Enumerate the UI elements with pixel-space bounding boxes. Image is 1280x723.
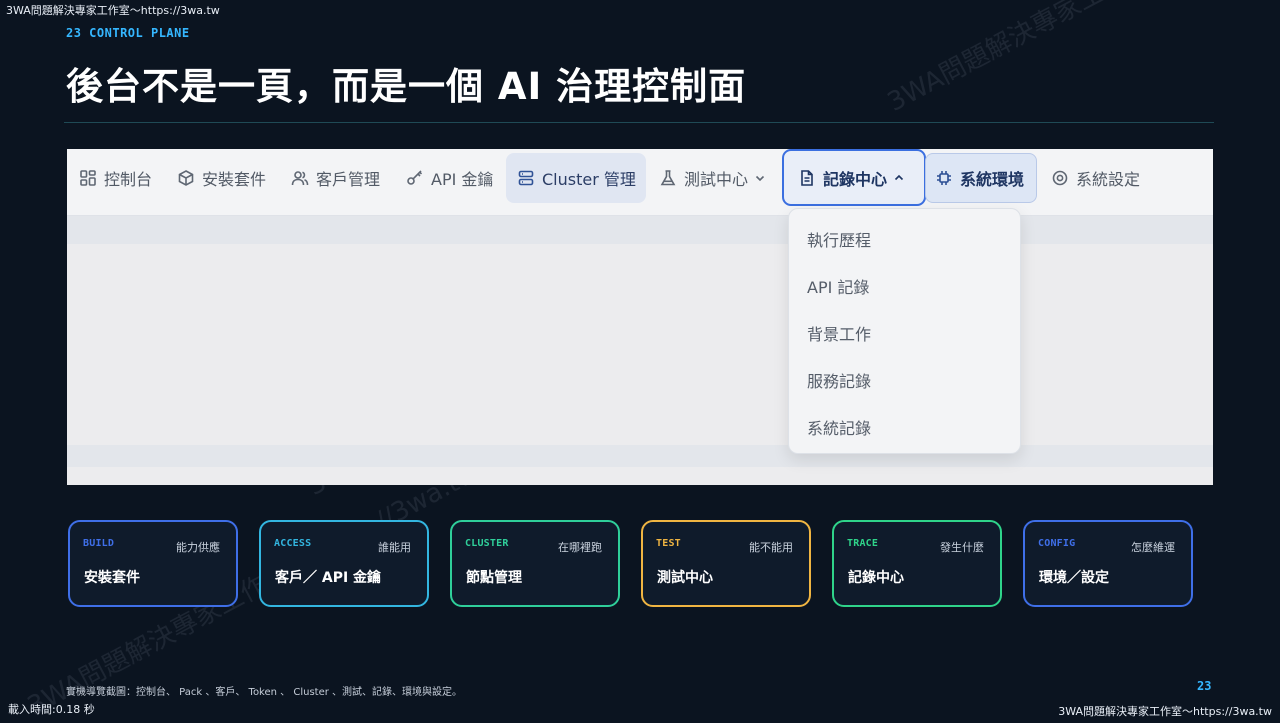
card-test: TEST 能不能用 測試中心 xyxy=(641,520,811,607)
key-icon xyxy=(406,169,424,187)
card-hint: 能不能用 xyxy=(749,541,793,554)
card-name: 測試中心 xyxy=(657,570,713,586)
dropdown-item-system-log[interactable]: 系統記錄 xyxy=(807,415,871,439)
nav-item-label: 控制台 xyxy=(104,170,153,189)
admin-screenshot: 控制台 安裝套件 客戶管理 API 金鑰 Cluster 管理 測試中心 記錄中… xyxy=(67,149,1213,485)
load-time-text: 載入時間:0.18 秒 xyxy=(8,703,95,716)
grid-dots xyxy=(67,222,1213,224)
nav-item-label: 系統環境 xyxy=(960,170,1025,189)
dashboard-icon xyxy=(79,169,97,187)
cube-icon xyxy=(177,169,195,187)
nav-item-label: 安裝套件 xyxy=(202,170,267,189)
nav-item-api-keys[interactable]: API 金鑰 xyxy=(406,153,493,203)
card-hint: 怎麼維運 xyxy=(1131,541,1175,554)
card-hint: 能力供應 xyxy=(176,541,220,554)
card-tag: CONFIG xyxy=(1038,538,1076,549)
dropdown-item-api-log[interactable]: API 記錄 xyxy=(807,274,869,298)
nav-item-log-center[interactable]: 記錄中心 xyxy=(782,149,926,206)
nav-item-label: 系統設定 xyxy=(1076,170,1141,189)
card-build: BUILD 能力供應 安裝套件 xyxy=(68,520,238,607)
card-trace: TRACE 發生什麼 記錄中心 xyxy=(832,520,1002,607)
nav-item-packages[interactable]: 安裝套件 xyxy=(177,153,266,203)
nav-item-system-env[interactable]: 系統環境 xyxy=(925,153,1037,203)
chevron-up-icon xyxy=(893,172,905,184)
server-icon xyxy=(517,169,535,187)
card-name: 環境／設定 xyxy=(1039,570,1109,586)
card-hint: 發生什麼 xyxy=(940,541,984,554)
dropdown-item-service-log[interactable]: 服務記錄 xyxy=(807,368,871,392)
card-access: ACCESS 誰能用 客戶／ API 金鑰 xyxy=(259,520,429,607)
card-tag: TEST xyxy=(656,538,681,549)
page-title: 後台不是一頁，而是一個 AI 治理控制面 xyxy=(66,65,747,108)
flask-icon xyxy=(659,169,677,187)
card-name: 記錄中心 xyxy=(848,570,904,586)
watermark: 3WA問題解決專家工作室～https://3wa.tw xyxy=(880,0,1280,119)
nav-item-label: API 金鑰 xyxy=(431,170,494,189)
users-icon xyxy=(291,169,309,187)
nav-item-dashboard[interactable]: 控制台 xyxy=(79,153,152,203)
top-left-banner: 3WA問題解決專家工作室～https://3wa.tw xyxy=(6,4,220,17)
card-name: 安裝套件 xyxy=(84,570,140,586)
card-name: 節點管理 xyxy=(466,570,522,586)
dropdown-item-background-jobs[interactable]: 背景工作 xyxy=(807,321,871,345)
admin-top-nav: 控制台 安裝套件 客戶管理 API 金鑰 Cluster 管理 測試中心 記錄中… xyxy=(67,149,1213,216)
card-tag: ACCESS xyxy=(274,538,312,549)
footer-note: 實機導覽截圖：控制台、 Pack 、客戶、 Token 、 Cluster 、測… xyxy=(66,687,463,698)
content-band xyxy=(67,216,1213,244)
chip-icon xyxy=(935,169,953,187)
card-config: CONFIG 怎麼維運 環境／設定 xyxy=(1023,520,1193,607)
content-band xyxy=(67,445,1213,467)
card-tag: BUILD xyxy=(83,538,115,549)
nav-item-label: 記錄中心 xyxy=(823,169,888,189)
title-divider xyxy=(64,122,1214,123)
chevron-down-icon xyxy=(754,172,766,184)
grid-dots xyxy=(67,452,1213,454)
card-tag: CLUSTER xyxy=(465,538,509,549)
card-name: 客戶／ API 金鑰 xyxy=(275,570,382,586)
document-icon xyxy=(798,169,816,187)
card-tag: TRACE xyxy=(847,538,879,549)
page-number: 23 xyxy=(1197,679,1212,693)
gear-icon xyxy=(1051,169,1069,187)
nav-item-label: 測試中心 xyxy=(684,170,749,189)
section-eyebrow: 23 CONTROL PLANE xyxy=(66,26,190,40)
nav-item-label: 客戶管理 xyxy=(316,170,381,189)
dropdown-item-run-history[interactable]: 執行歷程 xyxy=(807,227,871,251)
nav-item-customers[interactable]: 客戶管理 xyxy=(291,153,380,203)
card-cluster: CLUSTER 在哪裡跑 節點管理 xyxy=(450,520,620,607)
bottom-right-banner: 3WA問題解決專家工作室～https://3wa.tw xyxy=(1058,705,1272,718)
nav-item-cluster[interactable]: Cluster 管理 xyxy=(506,153,646,203)
log-center-dropdown: 執行歷程 API 記錄 背景工作 服務記錄 系統記錄 xyxy=(788,208,1021,454)
card-hint: 在哪裡跑 xyxy=(558,541,602,554)
nav-item-settings[interactable]: 系統設定 xyxy=(1051,153,1140,203)
nav-item-label: Cluster 管理 xyxy=(542,170,636,189)
card-hint: 誰能用 xyxy=(378,541,411,554)
nav-item-test-center[interactable]: 測試中心 xyxy=(659,153,766,203)
